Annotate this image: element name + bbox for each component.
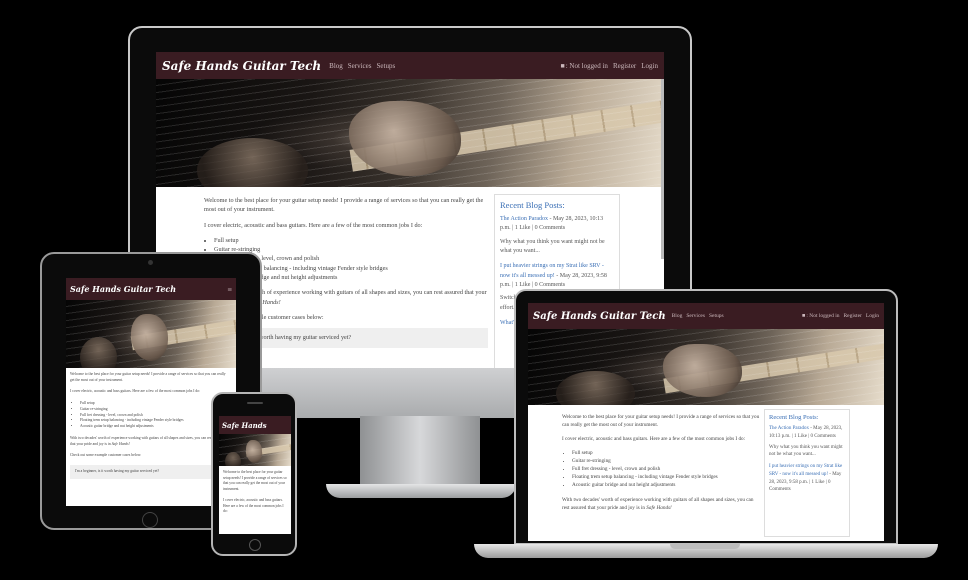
job-item: Acoustic guitar bridge and nut height ad…	[572, 481, 760, 489]
navbar: Safe Hands Guitar Tech Blog Services Set…	[156, 52, 664, 79]
navbar: Safe Hands	[219, 416, 291, 434]
jobs-list: Full setup Guitar re-stringing Full fret…	[70, 401, 228, 430]
user-icon: ■	[802, 313, 806, 319]
cover-text: I cover electric, acoustic and bass guit…	[223, 498, 284, 514]
job-item: Acoustic guitar bridge and nut height ad…	[80, 424, 228, 430]
blog-post: The Action Paradox - May 28, 2023, 10:13…	[500, 215, 614, 256]
job-item: Full fret dressing - level, crown and po…	[572, 465, 760, 473]
blog-title: Recent Blog Posts:	[769, 414, 819, 421]
blog-post: I put heavier strings on my Strat like S…	[769, 463, 845, 494]
brand-logo[interactable]: Safe Hands Guitar Tech	[70, 284, 176, 294]
main-content: Welcome to the best place for your guita…	[562, 413, 760, 518]
cover-text: I cover electric, acoustic and bass guit…	[204, 221, 423, 229]
blog-post-link[interactable]: The Action Paradox	[500, 216, 548, 222]
scrollbar[interactable]	[661, 79, 664, 259]
monitor-foot	[326, 484, 516, 498]
nav-setups[interactable]: Setups	[709, 313, 724, 319]
job-item: Guitar re-stringing	[572, 457, 760, 465]
user-icon: ■	[560, 61, 565, 70]
faq-question: I'm a beginner, is it worth having my gu…	[75, 469, 160, 474]
phone-device: Safe Hands Welcome to the best place for…	[211, 392, 297, 556]
blog-post-excerpt: Why what you think you want might not be…	[500, 238, 605, 255]
faq-item[interactable]: I'm a beginner, is it worth having my gu…	[70, 465, 228, 479]
nav-login[interactable]: Login	[866, 313, 879, 319]
nav-blog[interactable]: Blog	[672, 313, 683, 319]
experience-text: With two decades' worth of experience wo…	[562, 496, 754, 511]
nav-register[interactable]: Register	[613, 62, 636, 70]
nav-services[interactable]: Services	[348, 62, 372, 70]
brand-logo[interactable]: Safe Hands Guitar Tech	[533, 311, 666, 322]
job-item: Floating trem setup balancing - includin…	[572, 473, 760, 481]
monitor-stand	[360, 416, 480, 490]
hero-image	[66, 300, 236, 368]
hamburger-menu-icon[interactable]: ≡	[227, 285, 232, 294]
cover-text: I cover electric, acoustic and bass guit…	[70, 389, 201, 394]
laptop-lid: Safe Hands Guitar Tech Blog Services Set…	[514, 289, 898, 545]
phone-home-button[interactable]	[249, 539, 261, 551]
intro-text: Welcome to the best place for your guita…	[204, 197, 484, 214]
phone-screen: Safe Hands Welcome to the best place for…	[219, 416, 291, 534]
tablet-home-button[interactable]	[142, 512, 158, 528]
brand-logo[interactable]: Safe Hands	[222, 421, 267, 430]
blog-sidebar: Recent Blog Posts: The Action Paradox - …	[764, 409, 850, 537]
hero-image	[528, 329, 884, 405]
intro-text: Welcome to the best place for your guita…	[223, 470, 287, 491]
laptop-notch	[670, 544, 740, 549]
main-content: Welcome to the best place for your guita…	[70, 372, 228, 479]
main-content: Welcome to the best place for your guita…	[223, 470, 287, 521]
check-text: Check out some example customer cases be…	[70, 453, 142, 458]
blog-title: Recent Blog Posts:	[500, 200, 565, 210]
nav-setups[interactable]: Setups	[377, 62, 396, 70]
job-item: Full setup	[214, 236, 488, 245]
job-item: Full setup	[572, 449, 760, 457]
hero-image	[156, 79, 664, 187]
cover-text: I cover electric, acoustic and bass guit…	[562, 436, 746, 443]
jobs-list: Full setup Guitar re-stringing Full fret…	[562, 449, 760, 489]
user-status: : Not logged in	[565, 61, 608, 70]
brand-logo[interactable]: Safe Hands Guitar Tech	[162, 59, 321, 73]
nav-services[interactable]: Services	[686, 313, 705, 319]
blog-post: The Action Paradox - May 28, 2023, 10:13…	[769, 425, 845, 459]
nav-login[interactable]: Login	[641, 62, 658, 70]
tablet-camera	[148, 260, 153, 265]
user-status: : Not logged in	[806, 313, 840, 319]
blog-post-excerpt: Why what you think you want might not be…	[769, 444, 843, 458]
nav-blog[interactable]: Blog	[329, 62, 343, 70]
phone-speaker	[247, 402, 263, 404]
navbar: Safe Hands Guitar Tech Blog Services Set…	[528, 303, 884, 329]
intro-text: Welcome to the best place for your guita…	[70, 372, 226, 382]
blog-post-link[interactable]: The Action Paradox	[769, 426, 809, 431]
experience-text: With two decades' worth of experience wo…	[70, 435, 225, 446]
hero-image	[219, 434, 291, 466]
nav-register[interactable]: Register	[844, 313, 862, 319]
navbar: Safe Hands Guitar Tech ≡	[66, 278, 236, 300]
laptop-screen: Safe Hands Guitar Tech Blog Services Set…	[528, 303, 884, 541]
intro-text: Welcome to the best place for your guita…	[562, 414, 760, 429]
